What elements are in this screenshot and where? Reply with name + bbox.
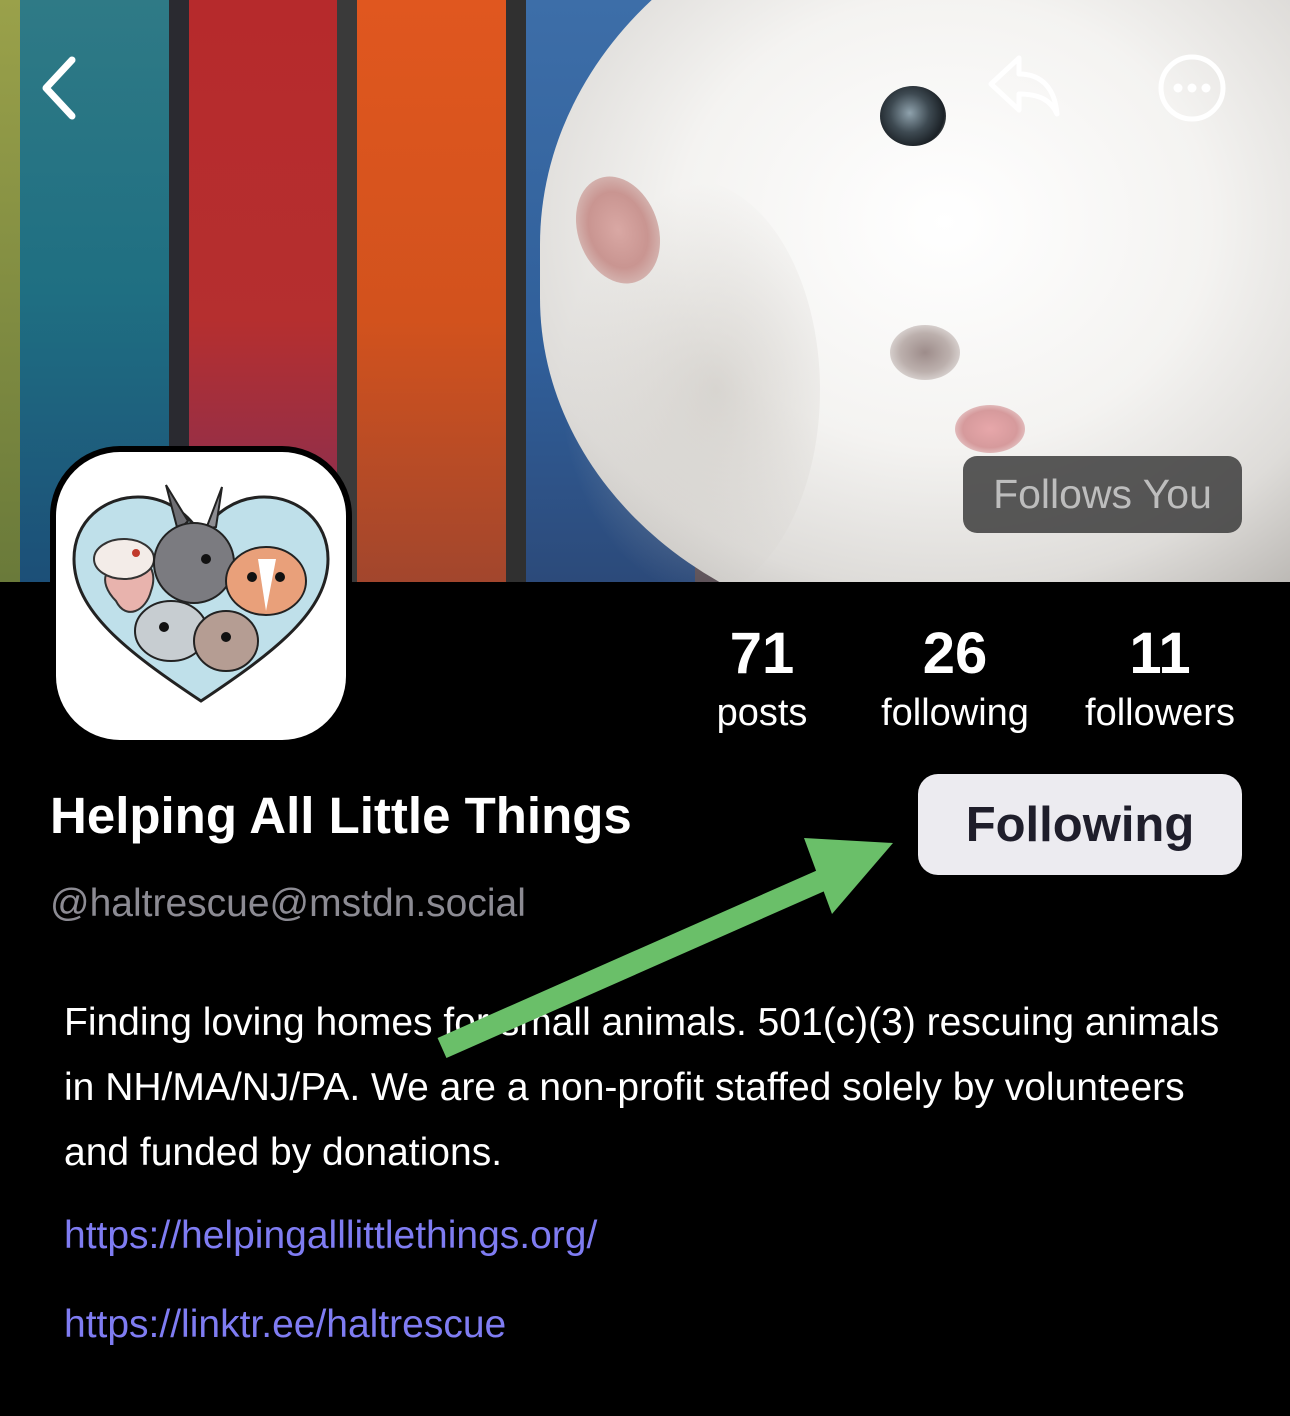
linktree-link[interactable]: https://linktr.ee/haltrescue (64, 1303, 506, 1347)
guinea-pig-eye (880, 86, 946, 146)
reply-arrow-icon (988, 55, 1060, 117)
posts-label: posts (716, 692, 808, 734)
reply-button[interactable] (978, 48, 1068, 126)
rescue-animals-heart-logo (72, 484, 330, 703)
follows-you-badge: Follows You (963, 456, 1242, 533)
chevron-left-icon (42, 56, 76, 120)
following-count[interactable]: 26 following (870, 620, 1040, 738)
profile-screen: Follows You 71 posts 26 following 11 fol… (0, 0, 1290, 1416)
display-name: Helping All Little Things (50, 787, 632, 844)
guinea-pig-tongue (955, 405, 1025, 453)
following-label: following (881, 692, 1029, 734)
website-link[interactable]: https://helpingalllittlethings.org/ (64, 1214, 597, 1258)
profile-bio: Finding loving homes for small animals. … (64, 1001, 1220, 1174)
more-options-button[interactable] (1152, 48, 1232, 128)
account-handle: @haltrescue@mstdn.social (50, 882, 526, 925)
back-button[interactable] (28, 50, 88, 126)
ellipsis-circle-icon (1158, 54, 1226, 122)
avatar[interactable] (50, 446, 352, 746)
posts-number: 71 (729, 621, 795, 686)
guinea-pig-nose (890, 325, 960, 380)
followers-count[interactable]: 11 followers (1076, 620, 1244, 738)
followers-label: followers (1085, 692, 1235, 734)
followers-number: 11 (1129, 621, 1191, 686)
following-number: 26 (922, 621, 988, 686)
posts-count[interactable]: 71 posts (702, 620, 822, 738)
following-button[interactable]: Following (918, 774, 1242, 875)
